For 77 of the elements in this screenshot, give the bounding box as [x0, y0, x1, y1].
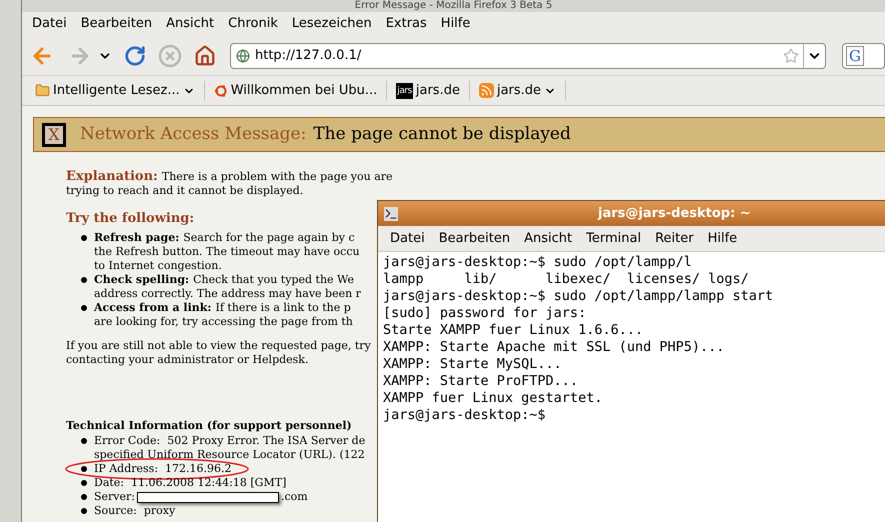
menu-item[interactable]: Terminal [579, 226, 648, 250]
site-logo-icon: jars [396, 82, 413, 98]
info-text: Server: [94, 490, 135, 504]
info-text: .com [281, 490, 308, 504]
info-text: IP Address: 172.16.96.2 [94, 462, 232, 476]
menu-item[interactable]: Ansicht [517, 226, 580, 250]
menu-item[interactable]: Hilfe [434, 12, 478, 36]
menu-item[interactable]: Datei [25, 12, 74, 36]
menu-item[interactable]: Datei [383, 226, 432, 250]
section-heading: Try the following: [66, 212, 194, 226]
bullet-icon [81, 494, 87, 500]
url-text: http://127.0.0.1/ [255, 46, 362, 65]
home-icon[interactable] [194, 44, 216, 66]
terminal-line: XAMPP fuer Linux gestartet. [383, 390, 602, 407]
menu-item[interactable]: Bearbeiten [74, 12, 160, 36]
bullet-icon [81, 277, 87, 283]
explanation-text: trying to reach and it cannot be displayed. [66, 184, 304, 198]
section-heading: Technical Information (for support personnel) [66, 419, 352, 433]
suggestion-text: Search for the page again by c [183, 231, 355, 245]
search-engine-logo: G [846, 46, 864, 66]
bullet-icon [81, 508, 87, 514]
menu-item[interactable]: Lesezeichen [284, 12, 379, 36]
menu-item[interactable]: Ansicht [159, 12, 222, 36]
error-icon: X [42, 122, 66, 146]
banner-label: Network Access Message: [80, 122, 306, 146]
suggestion-text: If there is a link to the p [215, 301, 351, 315]
explanation-heading: Explanation: [66, 170, 158, 184]
terminal-line: jars@jars-desktop:~$ sudo /opt/lampp/l [383, 254, 692, 271]
terminal-icon [384, 206, 398, 220]
folder-icon [35, 83, 50, 98]
window-title: jars@jars-desktop: ~ [598, 204, 751, 223]
suggestion-text: Check that you typed the We [193, 273, 354, 287]
menu-item[interactable]: Hilfe [700, 226, 744, 250]
suggestion-text: are looking for, try accessing the page from th [94, 315, 353, 329]
suggestion-term: Check spelling: [94, 273, 190, 287]
help-text: contacting your administrator or Helpdesk. [66, 353, 308, 367]
bullet-icon [81, 466, 87, 472]
window-title: Error Message - Mozilla Firefox 3 Beta 5 [22, 0, 885, 12]
bullet-icon [81, 480, 87, 486]
terminal-line: lampp lib/ libexec/ licenses/ logs/ [383, 271, 749, 288]
terminal-line: [sudo] password for jars: [383, 305, 586, 322]
page-icon [236, 48, 250, 62]
terminal-line: jars@jars-desktop:~$ sudo /opt/lampp/lampp start [383, 288, 774, 305]
bookmark-item[interactable]: jars jars.de [393, 80, 463, 100]
menu-item[interactable]: Bearbeiten [432, 226, 518, 250]
bookmark-item[interactable]: Willkommen bei Ubu... [210, 80, 380, 100]
address-field[interactable]: http://127.0.0.1/ [230, 42, 826, 68]
suggestion-term: Refresh page: [94, 231, 180, 245]
terminal-line: XAMPP: Starte Apache mit SSL (und PHP5)... [383, 339, 724, 356]
search-engine-button[interactable]: G [842, 42, 885, 68]
suggestion-text: the Refresh button. The timeout may have occu [94, 245, 360, 259]
bullet-icon [81, 235, 87, 241]
suggestion-term: Access from a link: [94, 301, 212, 315]
feed-icon [478, 83, 494, 98]
info-text: specified Uniform Resource Locator (URL). (122 [94, 448, 365, 462]
circle-of-friends-icon [214, 84, 228, 98]
menu-item[interactable]: Reiter [648, 226, 701, 250]
help-text: If you are still not able to view the requested page, try [66, 339, 371, 353]
terminal-line: XAMPP: Starte ProFTPD... [383, 373, 578, 390]
reload-icon[interactable] [124, 44, 146, 66]
bookmark-star-icon[interactable] [783, 48, 799, 64]
info-text: Date: 11.06.2008 12:44:18 [GMT] [94, 476, 286, 490]
terminal-line: XAMPP: Starte MySQL... [383, 356, 562, 373]
menu-item[interactable]: Extras [378, 12, 434, 36]
info-text: Source: proxy [94, 504, 176, 518]
bookmark-item[interactable]: Intelligente Lesez... [32, 80, 198, 100]
terminal-line: jars@jars-desktop:~$ [383, 407, 546, 424]
menu-item[interactable]: Chronik [221, 12, 285, 36]
explanation-text: There is a problem with the page you are [162, 170, 393, 184]
terminal-line: Starte XAMPP fuer Linux 1.6.6... [383, 322, 644, 339]
info-text: Error Code: 502 Proxy Error. The ISA Server de [94, 434, 366, 448]
bullet-icon [81, 305, 87, 311]
banner-title: The page cannot be displayed [313, 122, 571, 146]
bullet-icon [81, 438, 87, 444]
suggestion-text: address correctly. The address may have been r [94, 287, 361, 301]
bookmark-item[interactable]: jars.de [476, 80, 560, 100]
suggestion-text: to Internet congestion. [94, 259, 222, 273]
